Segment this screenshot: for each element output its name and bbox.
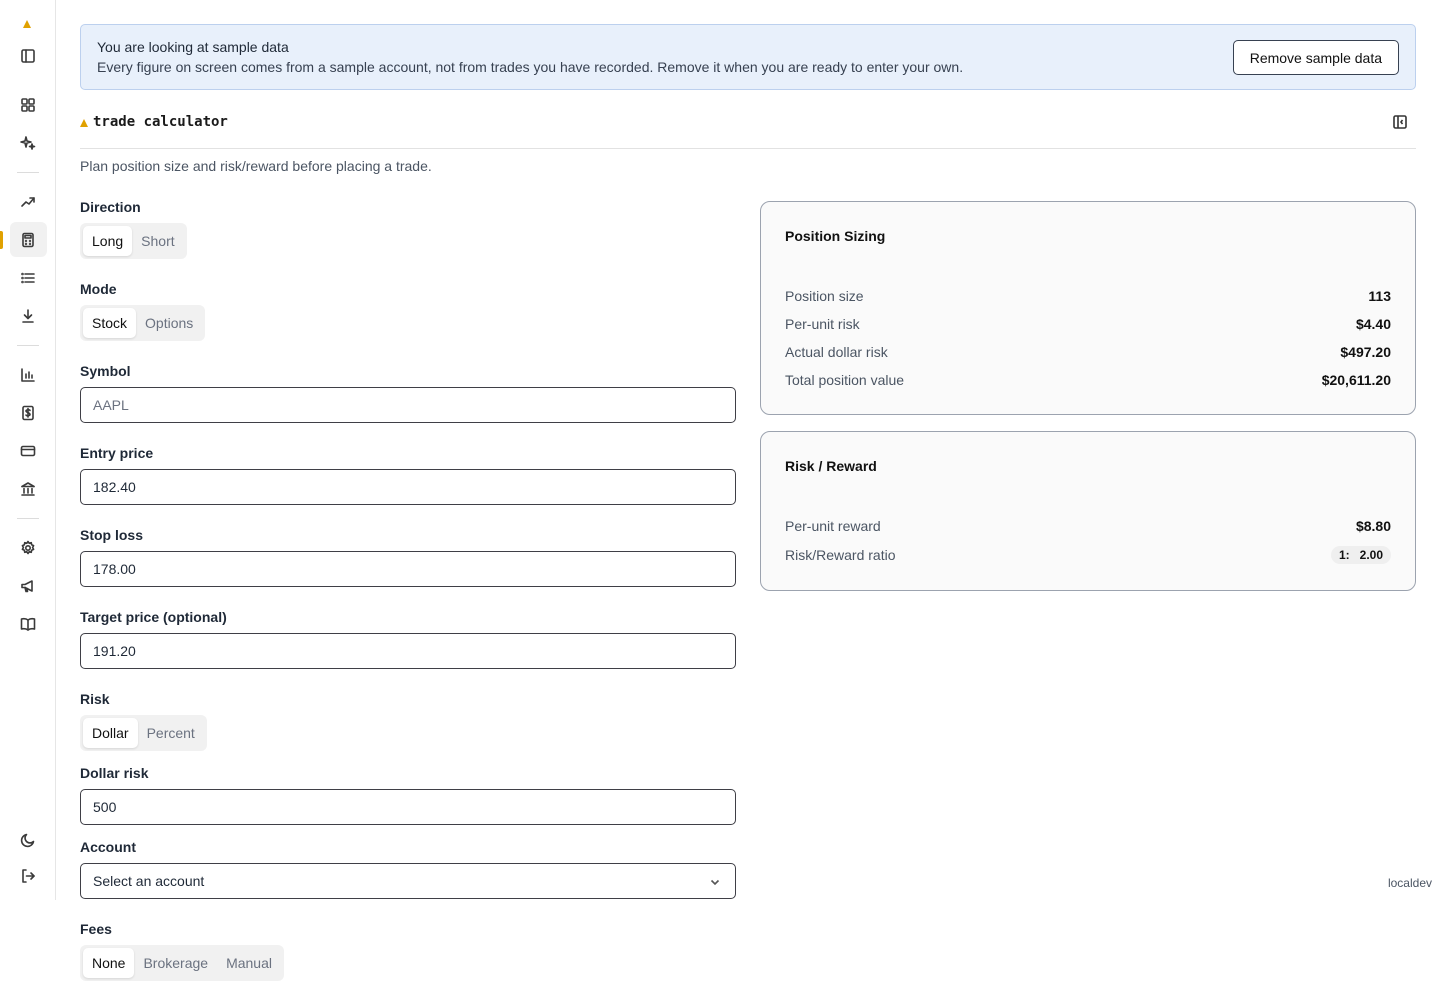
target-price-input[interactable]: 191.20 — [80, 633, 736, 669]
dollar-receipt-icon[interactable] — [18, 403, 38, 423]
panel-toggle-icon[interactable] — [1392, 114, 1408, 130]
symbol-input[interactable]: AAPL — [80, 387, 736, 423]
logo-icon — [23, 20, 31, 28]
logout-icon[interactable] — [18, 866, 38, 886]
stop-loss-label: Stop loss — [80, 527, 144, 543]
entry-price-label: Entry price — [80, 445, 154, 461]
bank-icon[interactable] — [18, 479, 38, 499]
sidebar-divider — [17, 518, 39, 519]
dollar-risk-input[interactable]: 500 — [80, 789, 736, 825]
megaphone-icon[interactable] — [18, 576, 38, 596]
sidebar-divider — [17, 345, 39, 346]
download-icon[interactable] — [18, 306, 38, 326]
page-title: trade calculator — [93, 114, 228, 130]
actual-dollar-risk-value: $497.20 — [1340, 344, 1391, 360]
fees-manual-option[interactable]: Manual — [217, 948, 281, 978]
fees-toggle: None Brokerage Manual — [80, 945, 284, 981]
risk-dollar-option[interactable]: Dollar — [83, 718, 138, 748]
total-position-value-label: Total position value — [785, 372, 905, 388]
risk-percent-option[interactable]: Percent — [138, 718, 204, 748]
total-position-value-value: $20,611.20 — [1321, 372, 1391, 388]
direction-long-option[interactable]: Long — [83, 226, 133, 256]
moon-icon[interactable] — [18, 830, 38, 850]
target-price-label: Target price (optional) — [80, 609, 227, 625]
active-indicator — [0, 231, 3, 249]
risk-reward-title: Risk / Reward — [785, 458, 877, 474]
list-icon[interactable] — [18, 268, 38, 288]
dashboard-icon[interactable] — [18, 95, 38, 115]
symbol-label: Symbol — [80, 363, 131, 379]
per-unit-risk-value: $4.40 — [1355, 316, 1391, 332]
book-icon[interactable] — [18, 614, 38, 634]
gear-icon[interactable] — [18, 538, 38, 558]
result-row: Per-unit reward $8.80 — [785, 516, 1391, 536]
risk-toggle: Dollar Percent — [80, 715, 207, 751]
chevron-down-icon — [709, 875, 721, 887]
fees-none-option[interactable]: None — [83, 948, 135, 978]
risk-label: Risk — [80, 691, 110, 707]
environment-label: localdev — [1387, 876, 1432, 890]
position-size-value: 113 — [1368, 288, 1391, 304]
per-unit-reward-label: Per-unit reward — [785, 518, 881, 534]
account-select-placeholder: Select an account — [93, 873, 205, 889]
result-row: Risk/Reward ratio 1: 2.00 — [785, 545, 1391, 565]
mode-label: Mode — [80, 281, 117, 297]
mode-options-option[interactable]: Options — [136, 308, 202, 338]
bar-chart-icon[interactable] — [18, 365, 38, 385]
mode-toggle: Stock Options — [80, 305, 206, 341]
result-row: Total position value $20,611.20 — [785, 370, 1391, 390]
position-size-label: Position size — [785, 288, 864, 304]
banner-text: Every figure on screen comes from a samp… — [97, 59, 964, 75]
result-row: Actual dollar risk $497.20 — [785, 342, 1391, 362]
result-row: Position size 113 — [785, 286, 1391, 306]
direction-short-option[interactable]: Short — [132, 226, 183, 256]
risk-reward-card: Risk / Reward Per-unit reward $8.80 Risk… — [760, 431, 1416, 591]
sidebar — [0, 0, 56, 900]
calculator-icon[interactable] — [18, 230, 38, 250]
ratio-right: 2.00 — [1359, 548, 1383, 562]
ratio-left: 1: — [1338, 548, 1350, 562]
stop-loss-input[interactable]: 178.00 — [80, 551, 736, 587]
direction-label: Direction — [80, 199, 141, 215]
sparkles-icon[interactable] — [18, 133, 38, 153]
fees-brokerage-option[interactable]: Brokerage — [134, 948, 217, 978]
result-row: Per-unit risk $4.40 — [785, 314, 1391, 334]
risk-reward-ratio-label: Risk/Reward ratio — [785, 547, 896, 563]
page-header: trade calculator — [80, 112, 1416, 149]
mode-stock-option[interactable]: Stock — [83, 308, 137, 338]
account-select[interactable]: Select an account — [80, 863, 736, 899]
logo-icon — [80, 119, 88, 127]
dollar-risk-label: Dollar risk — [80, 765, 149, 781]
account-label: Account — [80, 839, 136, 855]
page-subtitle: Plan position size and risk/reward befor… — [80, 158, 432, 174]
direction-toggle: Long Short — [80, 223, 187, 259]
banner-title: You are looking at sample data — [97, 39, 289, 55]
position-sizing-title: Position Sizing — [785, 228, 886, 244]
sidebar-divider — [17, 172, 39, 173]
sample-data-banner: You are looking at sample data Every fig… — [80, 24, 1416, 90]
per-unit-risk-label: Per-unit risk — [785, 316, 860, 332]
sidebar-toggle-icon[interactable] — [18, 46, 38, 66]
credit-card-icon[interactable] — [18, 441, 38, 461]
risk-reward-ratio-badge: 1: 2.00 — [1330, 546, 1391, 564]
entry-price-input[interactable]: 182.40 — [80, 469, 736, 505]
position-sizing-card: Position Sizing Position size 113 Per-un… — [760, 201, 1416, 415]
per-unit-reward-value: $8.80 — [1355, 518, 1391, 534]
remove-sample-data-button[interactable]: Remove sample data — [1232, 40, 1399, 75]
actual-dollar-risk-label: Actual dollar risk — [785, 344, 888, 360]
trending-up-icon[interactable] — [18, 192, 38, 212]
fees-label: Fees — [80, 921, 112, 937]
